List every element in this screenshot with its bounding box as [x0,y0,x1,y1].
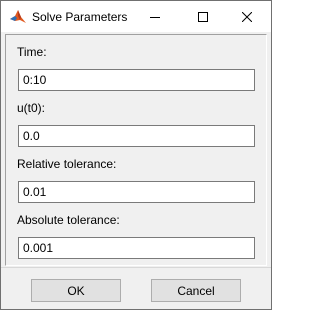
u0-label: u(t0): [17,101,46,115]
dialog-window: Solve Parameters Time: u(t0): Relative t… [0,0,272,310]
relative-tolerance-input[interactable] [18,181,255,203]
matlab-icon [9,8,27,26]
u0-input[interactable] [18,125,255,147]
absolute-tolerance-label: Absolute tolerance: [17,213,120,227]
minimize-button[interactable] [135,1,175,32]
maximize-icon [198,11,208,22]
minimize-icon [150,12,160,22]
ok-button[interactable]: OK [31,279,121,302]
window-title: Solve Parameters [32,10,128,24]
close-button[interactable] [227,1,267,32]
close-icon [242,11,252,22]
button-bar: OK Cancel [1,267,271,309]
relative-tolerance-label: Relative tolerance: [17,157,117,171]
cancel-button[interactable]: Cancel [151,279,241,302]
time-input[interactable] [18,69,255,91]
maximize-button[interactable] [183,1,223,32]
time-label: Time: [17,45,47,59]
absolute-tolerance-input[interactable] [18,237,255,259]
title-bar[interactable]: Solve Parameters [1,1,271,32]
parameters-panel: Time: u(t0): Relative tolerance: Absolut… [5,34,267,266]
